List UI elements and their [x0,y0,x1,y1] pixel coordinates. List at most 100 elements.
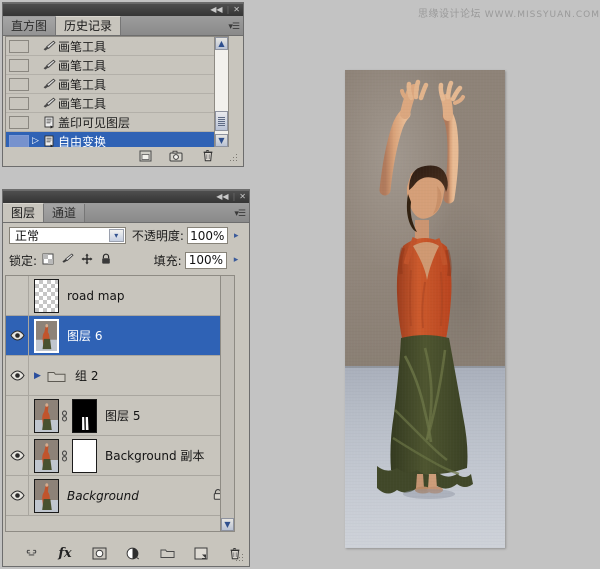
history-row-label: 自由变换 [58,134,107,148]
tab-channels[interactable]: 通道 [44,204,86,222]
layer-visibility-toggle[interactable] [6,396,29,435]
mask-link-icon[interactable] [59,450,70,462]
panel-menu-icon[interactable]: ▾☰ [234,210,246,219]
history-row[interactable]: 画笔工具 [6,75,216,94]
history-row-label: 画笔工具 [58,39,107,54]
layer-mask-thumbnail[interactable] [72,438,97,473]
layer-thumbnail[interactable] [34,478,59,513]
mask-icon[interactable] [92,546,107,560]
collapse-icon[interactable]: ◀◀ [216,192,228,202]
history-snapshot-box[interactable] [9,58,29,72]
group-expand-arrow-icon[interactable]: ▶ [34,371,45,381]
layer-row-group[interactable]: ▶ 组 2 [6,356,232,396]
history-row-label: 盖印可见图层 [58,115,131,130]
new-document-icon[interactable] [138,149,153,163]
brush-tool-icon [40,40,58,52]
layer-name[interactable]: 图层 5 [105,407,140,424]
layer-visibility-toggle[interactable] [6,276,29,315]
layers-scrollbar[interactable]: ▼ [220,275,235,532]
lock-toggle-group [42,252,112,268]
close-icon[interactable]: ✕ [233,5,240,15]
fill-input[interactable]: 100% [184,251,227,269]
lock-position-icon[interactable] [81,253,93,268]
layer-name[interactable]: Background 副本 [105,447,204,464]
layer-visibility-toggle[interactable] [6,316,29,355]
new-layer-icon[interactable] [194,546,209,560]
scroll-up-arrow-icon[interactable]: ▲ [215,37,228,50]
history-snapshot-box[interactable] [9,96,29,110]
layer-list: road map 图层 6 ▶ 组 2 图层 5 Background 副本 B… [5,275,233,532]
lock-image-pixels-icon[interactable] [61,252,74,268]
blend-opacity-row: 正常 ▾ 不透明度: 100% ▸ [3,223,249,248]
layer-mask-thumbnail[interactable] [72,398,97,433]
blend-mode-value: 正常 [15,229,40,243]
history-row[interactable]: 画笔工具 [6,94,216,113]
tab-history[interactable]: 历史记录 [56,16,122,35]
blend-mode-select[interactable]: 正常 ▾ [9,227,126,244]
history-row[interactable]: 盖印可见图层 [6,113,216,132]
document-state-icon [40,135,58,147]
opacity-stepper[interactable]: ▸ [229,227,243,244]
history-snapshot-box[interactable] [9,115,29,129]
layer-name[interactable]: Background [67,489,139,503]
brush-tool-icon [40,97,58,109]
mask-link-icon[interactable] [59,410,70,422]
half-circle-icon[interactable] [126,546,141,560]
fx-icon[interactable]: fx [58,546,73,561]
scroll-down-arrow-icon[interactable]: ▼ [215,134,228,147]
history-scrollbar[interactable]: ▲ ▼ [214,36,229,148]
watermark-cn: 思缘设计论坛 [418,9,481,20]
chevron-down-icon[interactable]: ▾ [108,229,124,242]
layers-panel-footer: fx [5,542,247,564]
layer-visibility-toggle[interactable] [6,436,29,475]
scroll-down-arrow-icon[interactable]: ▼ [221,518,234,531]
opacity-input[interactable]: 100% [186,227,228,244]
close-icon[interactable]: ✕ [239,192,246,202]
layer-visibility-toggle[interactable] [6,356,29,395]
layer-row[interactable]: 图层 5 [6,396,232,436]
lock-all-icon[interactable] [100,253,112,268]
tab-histogram[interactable]: 直方图 [3,17,57,35]
history-row-label: 画笔工具 [58,77,107,92]
history-row[interactable]: 画笔工具 [6,37,216,56]
watermark: 思缘设计论坛 WWW.MISSYUAN.COM [418,5,600,20]
layer-name[interactable]: 图层 6 [67,327,102,344]
history-panel-titlebar[interactable]: ◀◀ | ✕ [3,3,243,16]
layer-row[interactable]: Background [6,476,232,516]
layer-row-selected[interactable]: 图层 6 [6,316,232,356]
layer-visibility-toggle[interactable] [6,476,29,515]
resize-grip[interactable] [230,154,238,162]
panel-menu-icon[interactable]: ▾☰ [228,23,240,32]
folder-icon[interactable] [159,546,175,560]
layer-thumbnail[interactable] [34,278,59,313]
layers-panel: ◀◀ | ✕ 图层 通道 ▾☰ 正常 ▾ 不透明度: 100% ▸ 锁定: 填充… [2,189,250,567]
layer-name[interactable]: road map [67,289,124,303]
photo-grain-overlay [345,70,505,548]
history-row[interactable]: 画笔工具 [6,56,216,75]
lock-label: 锁定: [9,253,38,268]
history-snapshot-box[interactable] [9,77,29,91]
link-icon[interactable] [24,546,39,560]
canvas-photo[interactable] [345,70,505,548]
collapse-icon[interactable]: ◀◀ [210,5,222,15]
trash-icon[interactable] [200,149,215,163]
layer-name[interactable]: 组 2 [75,367,98,384]
tab-layers[interactable]: 图层 [3,203,45,222]
layers-panel-titlebar[interactable]: ◀◀ | ✕ [3,190,249,203]
layer-row[interactable]: road map [6,276,232,316]
fill-stepper[interactable]: ▸ [229,251,243,269]
history-snapshot-box[interactable] [9,134,29,147]
resize-grip[interactable] [236,554,244,562]
camera-icon[interactable] [169,149,184,163]
layer-thumbnail[interactable] [34,318,59,353]
history-row-selected[interactable]: ▷ 自由变换 [6,132,216,148]
history-scroll-thumb[interactable] [215,111,228,131]
history-snapshot-box[interactable] [9,39,29,53]
eye-icon [9,330,25,341]
layer-thumbnail[interactable] [34,438,59,473]
layer-row[interactable]: Background 副本 [6,436,232,476]
history-row-label: 画笔工具 [58,58,107,73]
layer-thumbnail[interactable] [34,398,59,433]
lock-fill-row: 锁定: 填充: 100% ▸ [3,248,249,272]
lock-transparent-pixels-icon[interactable] [42,253,54,268]
